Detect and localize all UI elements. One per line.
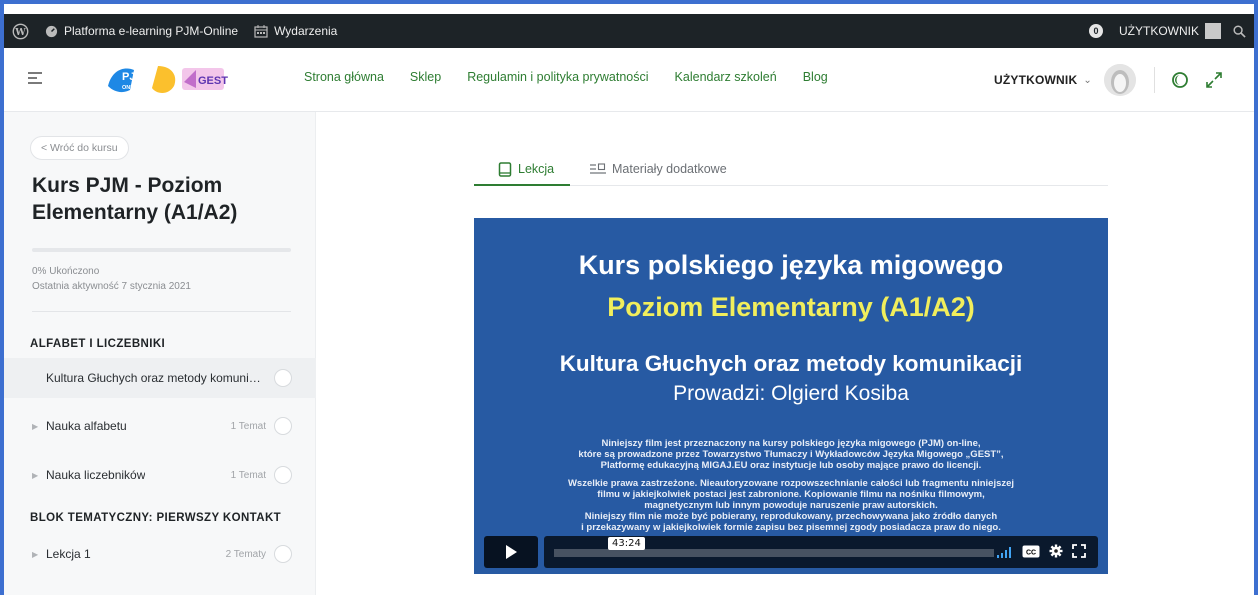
last-activity: Ostatnia aktywność 7 stycznia 2021: [32, 281, 191, 292]
video-title-line2: Poziom Elementarny (A1/A2): [607, 292, 975, 322]
back-to-course-button[interactable]: < Wróć do kursu: [30, 136, 129, 160]
admin-user-name: UŻYTKOWNIK: [1119, 24, 1199, 38]
captions-icon[interactable]: CC: [1022, 545, 1040, 563]
lesson-name: Lekcja 1: [46, 547, 91, 561]
video-player[interactable]: Kurs polskiego języka migowego Poziom El…: [474, 218, 1108, 574]
browser-frame: W Platforma e-learning PJM-Online Wydarz…: [0, 0, 1258, 595]
play-icon: [506, 545, 517, 559]
completion-circle-icon: [274, 369, 292, 387]
logo-text-pjm: PJM: [122, 71, 145, 83]
lesson-item[interactable]: ▶ Nauka liczebników 1 Temat: [4, 455, 316, 495]
video-title-line4: Prowadzi: Olgierd Kosiba: [673, 382, 909, 405]
play-button[interactable]: [484, 536, 538, 568]
header-user-name: UŻYTKOWNIK: [994, 73, 1078, 87]
video-duration: 43:24: [608, 537, 645, 550]
materials-list-icon: [590, 163, 606, 175]
header-separator: [1153, 67, 1155, 93]
expand-arrow-icon[interactable]: ▶: [32, 550, 46, 559]
frame-top: [4, 4, 1254, 14]
video-title-line1: Kurs polskiego języka migowego: [578, 250, 1004, 280]
tab-materials-label: Materiały dodatkowe: [612, 162, 727, 176]
video-title-line3: Kultura Głuchych oraz metody komunikacji: [559, 351, 1023, 376]
progress-info: 0% Ukończono Ostatnia aktywność 7 styczn…: [32, 264, 191, 294]
disclaimer-line: Wszelkie prawa zastrzeżone. Nieautoryzow…: [567, 478, 1015, 489]
site-header: PJM ONLINE GEST Strona główna Sklep Regu…: [4, 48, 1254, 112]
lesson-item[interactable]: ▶ Lekcja 1 2 Tematy: [4, 534, 316, 574]
disclaimer-line: Niniejszy film nie może być pobierany, r…: [584, 511, 998, 522]
notification-badge: 0: [1089, 24, 1103, 38]
menu-toggle-icon[interactable]: [28, 72, 42, 86]
nav-terms[interactable]: Regulamin i polityka prywatności: [467, 70, 648, 84]
admin-site-link[interactable]: Platforma e-learning PJM-Online: [37, 14, 246, 48]
tab-materials[interactable]: Materiały dodatkowe: [590, 154, 727, 184]
progress-bar: [32, 248, 291, 252]
course-title: Kurs PJM - Poziom Elementarny (A1/A2): [32, 174, 238, 224]
lesson-item[interactable]: ▶ Nauka alfabetu 1 Temat: [4, 406, 316, 446]
disclaimer-line: i przekazywany w jakiejkolwiek formie za…: [581, 522, 1001, 533]
wordpress-logo-icon[interactable]: W: [4, 14, 37, 48]
lesson-tabs: Lekcja Materiały dodatkowe: [473, 144, 1108, 186]
video-disclaimer: Niniejszy film jest przeznaczony na kurs…: [514, 438, 1068, 533]
lesson-name: Nauka liczebników: [46, 468, 146, 482]
volume-icon[interactable]: [997, 545, 1013, 563]
disclaimer-line: magnetycznym lub innym powoduje naruszen…: [644, 500, 938, 511]
section-heading: BLOK TEMATYCZNY: PIERWSZY KONTAKT: [30, 512, 282, 524]
lesson-name: Kultura Głuchych oraz metody komunika...: [46, 371, 266, 385]
disclaimer-line: Niniejszy film jest przeznaczony na kurs…: [601, 438, 981, 449]
topic-count: 2 Tematy: [225, 548, 266, 560]
expand-arrow-icon[interactable]: ▶: [32, 471, 46, 480]
fullscreen-icon[interactable]: [1072, 544, 1086, 563]
chevron-down-icon: ⌄: [1083, 74, 1092, 86]
settings-gear-icon[interactable]: [1049, 544, 1063, 563]
logo-text-online: ONLINE: [122, 85, 143, 91]
book-icon: [498, 161, 512, 177]
completion-circle-icon: [274, 466, 292, 484]
disclaimer-line: które są prowadzone przez Towarzystwo Tł…: [578, 449, 1004, 460]
fullscreen-expand-icon[interactable]: [1205, 71, 1223, 89]
calendar-icon: [254, 24, 268, 38]
header-user-menu[interactable]: UŻYTKOWNIK ⌄: [994, 64, 1223, 96]
video-control-bar: 43:24 CC: [544, 536, 1098, 568]
admin-bar: W Platforma e-learning PJM-Online Wydarz…: [4, 14, 1254, 48]
nav-calendar[interactable]: Kalendarz szkoleń: [675, 70, 777, 84]
nav-blog[interactable]: Blog: [803, 70, 828, 84]
site-logo[interactable]: PJM ONLINE GEST: [104, 60, 229, 98]
tab-lesson[interactable]: Lekcja: [473, 154, 571, 186]
sidebar-divider: [32, 311, 291, 312]
admin-notifications[interactable]: 0: [1081, 14, 1111, 48]
tab-lesson-label: Lekcja: [518, 162, 555, 176]
admin-events-label: Wydarzenia: [274, 24, 338, 38]
disclaimer-line: filmu w jakiejkolwiek postaci jest zabro…: [597, 489, 985, 500]
admin-user-menu[interactable]: UŻYTKOWNIK: [1111, 14, 1225, 48]
nav-shop[interactable]: Sklep: [410, 70, 441, 84]
video-control-icons: CC: [997, 544, 1086, 563]
main-nav: Strona główna Sklep Regulamin i polityka…: [304, 70, 854, 84]
admin-events-link[interactable]: Wydarzenia: [246, 14, 345, 48]
lesson-item[interactable]: Kultura Głuchych oraz metody komunika...: [4, 358, 316, 398]
disclaimer-line: Platformę edukacyjną MIGAJ.EU oraz insty…: [600, 460, 982, 471]
svg-text:W: W: [14, 26, 26, 37]
dashboard-icon: [45, 25, 58, 38]
course-sidebar: < Wróć do kursu Kurs PJM - Poziom Elemen…: [4, 112, 316, 595]
avatar[interactable]: [1103, 64, 1136, 96]
nav-home[interactable]: Strona główna: [304, 70, 384, 84]
section-heading: ALFABET I LICZEBNIKI: [30, 338, 166, 350]
topic-count: 1 Temat: [230, 420, 266, 432]
svg-text:CC: CC: [1026, 549, 1036, 556]
completion-circle-icon: [274, 417, 292, 435]
video-controls: 43:24 CC: [484, 536, 1098, 568]
admin-avatar: [1205, 23, 1221, 39]
expand-arrow-icon[interactable]: ▶: [32, 422, 46, 431]
admin-site-name: Platforma e-learning PJM-Online: [64, 24, 239, 38]
video-progress-bar[interactable]: 43:24: [554, 537, 994, 557]
completion-circle-icon: [274, 545, 292, 563]
topic-count: 1 Temat: [230, 469, 266, 481]
search-icon[interactable]: [1225, 14, 1254, 48]
lesson-name: Nauka alfabetu: [46, 419, 127, 433]
dark-mode-toggle-icon[interactable]: [1171, 71, 1189, 89]
progress-label: 0% Ukończono: [32, 266, 100, 277]
logo-text-gest: GEST: [198, 75, 228, 87]
